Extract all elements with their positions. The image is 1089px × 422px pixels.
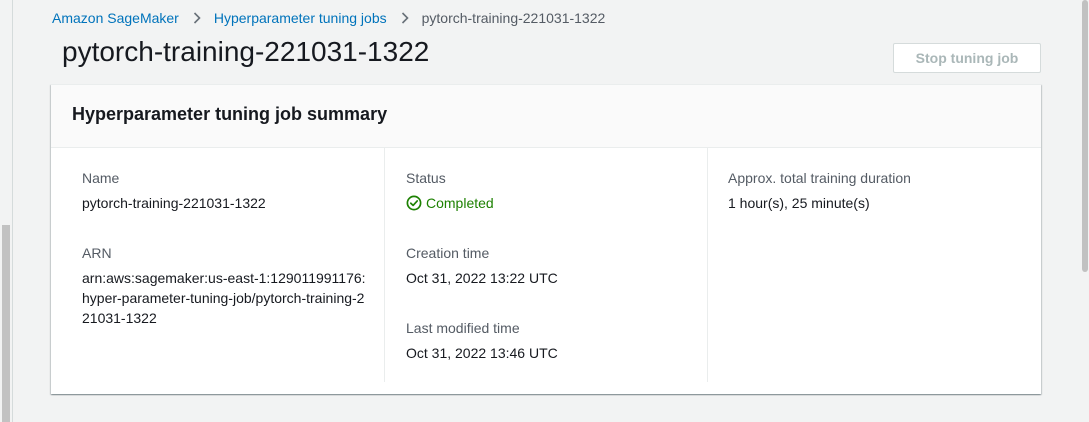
summary-panel-title: Hyperparameter tuning job summary xyxy=(72,104,388,124)
tuning-job-summary-panel: Hyperparameter tuning job summary Name p… xyxy=(51,84,1041,394)
creation-time-value: Oct 31, 2022 13:22 UTC xyxy=(406,270,558,286)
status-value: Completed xyxy=(406,193,707,213)
page-title: pytorch-training-221031-1322 xyxy=(62,36,430,67)
name-value: pytorch-training-221031-1322 xyxy=(82,195,266,211)
summary-column-2: Status Completed Creation time Oct 31, 2… xyxy=(384,148,707,382)
page-scrollbar[interactable] xyxy=(1081,0,1089,422)
creation-time-label: Creation time xyxy=(406,245,490,261)
breadcrumb-link-tuning-jobs[interactable]: Hyperparameter tuning jobs xyxy=(214,9,387,27)
name-label: Name xyxy=(82,170,120,186)
chevron-right-icon xyxy=(401,12,409,24)
breadcrumb-current-job: pytorch-training-221031-1322 xyxy=(421,10,606,26)
summary-panel-body: Name pytorch-training-221031-1322 ARN ar… xyxy=(51,148,1041,393)
chevron-right-icon xyxy=(193,12,201,24)
duration-field: Approx. total training duration 1 hour(s… xyxy=(728,168,1041,213)
last-modified-time-value: Oct 31, 2022 13:46 UTC xyxy=(406,345,558,361)
summary-column-3: Approx. total training duration 1 hour(s… xyxy=(707,148,1041,382)
stop-tuning-job-button[interactable]: Stop tuning job xyxy=(893,43,1041,73)
duration-label: Approx. total training duration xyxy=(728,170,911,186)
breadcrumb: Amazon SageMaker Hyperparameter tuning j… xyxy=(52,9,605,27)
last-modified-time-label: Last modified time xyxy=(406,320,520,336)
creation-time-field: Creation time Oct 31, 2022 13:22 UTC xyxy=(406,243,707,288)
breadcrumb-link-sagemaker[interactable]: Amazon SageMaker xyxy=(52,9,179,27)
status-field: Status Completed xyxy=(406,168,707,213)
arn-label: ARN xyxy=(82,245,112,261)
left-navigation-rail xyxy=(0,0,13,422)
summary-column-1: Name pytorch-training-221031-1322 ARN ar… xyxy=(51,148,384,382)
summary-panel-header: Hyperparameter tuning job summary xyxy=(51,85,1041,148)
status-label: Status xyxy=(406,170,446,186)
name-field: Name pytorch-training-221031-1322 xyxy=(82,168,384,213)
duration-value: 1 hour(s), 25 minute(s) xyxy=(728,195,870,211)
last-modified-time-field: Last modified time Oct 31, 2022 13:46 UT… xyxy=(406,318,707,363)
arn-field: ARN arn:aws:sagemaker:us-east-1:12901199… xyxy=(82,243,384,328)
check-circle-icon xyxy=(406,195,422,211)
left-rail-scroll-thumb[interactable] xyxy=(2,225,10,422)
page-scrollbar-thumb[interactable] xyxy=(1082,0,1088,272)
arn-value: arn:aws:sagemaker:us-east-1:129011991176… xyxy=(82,270,366,326)
status-text: Completed xyxy=(426,195,494,211)
